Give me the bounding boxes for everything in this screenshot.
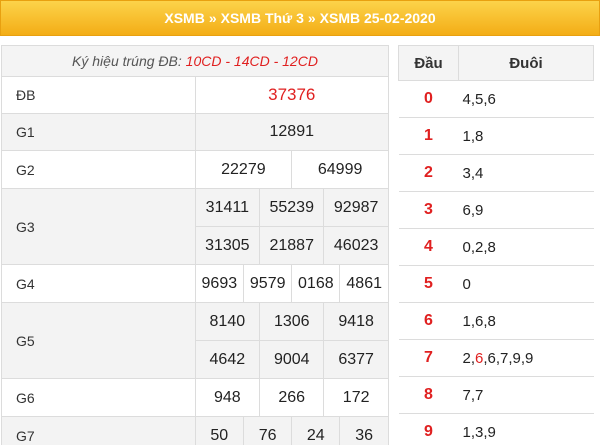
loto-dau: 1 — [398, 117, 459, 155]
loto-duoi: 1,3,9 — [458, 413, 594, 445]
loto-row: 3 6,9 — [398, 191, 594, 229]
prize-row-g3: G3 31411 55239 92987 — [1, 188, 389, 265]
prize-number: 9418 — [323, 303, 388, 340]
prize-number: 4642 — [195, 341, 260, 378]
loto-dau: 4 — [398, 228, 459, 266]
prize-number: 1306 — [259, 303, 324, 340]
prize-cell: 22279 64999 — [194, 150, 389, 189]
prize-cell: 8140 1306 9418 — [194, 302, 389, 341]
prize-number: 76 — [243, 417, 292, 445]
prize-row-g5: G5 8140 1306 9418 — [1, 302, 389, 379]
breadcrumb-xsmb[interactable]: XSMB — [164, 10, 204, 26]
prize-number: 9004 — [259, 341, 324, 378]
prize-cell: 50 76 24 36 — [194, 416, 389, 445]
prize-number: 266 — [259, 379, 324, 416]
loto-table: Đầu Đuôi 0 4,5,6 1 1,8 2 3,4 3 6,9 4 0,2… — [398, 45, 594, 445]
prize-number: 55239 — [259, 189, 324, 226]
loto-duoi: 1,6,8 — [458, 302, 594, 340]
loto-row: 0 4,5,6 — [398, 80, 594, 118]
loto-dau: 5 — [398, 265, 459, 303]
prize-number: 36 — [339, 417, 388, 445]
prize-number: 92987 — [323, 189, 388, 226]
prize-label: G1 — [1, 113, 196, 151]
prize-label: G4 — [1, 264, 196, 303]
kyhieu-label: Ký hiệu trúng ĐB: — [72, 53, 182, 69]
prize-number: 31411 — [195, 189, 260, 226]
prize-number: 0168 — [291, 265, 340, 302]
prize-cell: 31411 55239 92987 — [194, 188, 389, 227]
loto-duoi-part: ,6,7,9,9 — [483, 349, 534, 367]
loto-dau: 6 — [398, 302, 459, 340]
kyhieu-cell: Ký hiệu trúng ĐB: 10CD - 14CD - 12CD — [1, 45, 389, 77]
prize-number-db: 37376 — [194, 76, 389, 114]
loto-head-label: Đầu — [398, 45, 459, 81]
prize-label: G7 — [1, 416, 196, 445]
breadcrumb: XSMB » XSMB Thứ 3 » XSMB 25-02-2020 — [0, 0, 600, 36]
loto-duoi: 2,6,6,7,9,9 — [458, 339, 594, 377]
loto-header-row: Đầu Đuôi — [398, 45, 594, 81]
prize-number: 64999 — [291, 151, 388, 188]
loto-row: 2 3,4 — [398, 154, 594, 192]
loto-row: 6 1,6,8 — [398, 302, 594, 340]
loto-row: 8 7,7 — [398, 376, 594, 414]
prize-number: 22279 — [221, 160, 266, 178]
prize-number: 9579 — [243, 265, 292, 302]
loto-row: 7 2,6,6,7,9,9 — [398, 339, 594, 377]
prize-number: 8140 — [195, 303, 260, 340]
loto-dau: 8 — [398, 376, 459, 414]
prize-number: 948 — [213, 388, 241, 406]
loto-row: 1 1,8 — [398, 117, 594, 155]
breadcrumb-separator: » — [307, 10, 316, 26]
prize-cell: 4642 9004 6377 — [194, 340, 389, 379]
kyhieu-row: Ký hiệu trúng ĐB: 10CD - 14CD - 12CD — [1, 45, 389, 77]
loto-dau: 7 — [398, 339, 459, 377]
prize-number: 9693 — [201, 274, 238, 292]
loto-duoi: 7,7 — [458, 376, 594, 414]
prize-number: 31305 — [195, 227, 260, 264]
prize-label: G2 — [1, 150, 196, 189]
prize-number: 50 — [195, 417, 244, 445]
prize-label: G3 — [1, 188, 196, 265]
prize-cell: 948 266 172 — [194, 378, 389, 417]
prize-label: G5 — [1, 302, 196, 379]
breadcrumb-xsmb-date[interactable]: XSMB 25-02-2020 — [320, 10, 436, 26]
prize-row-g2: G2 22279 64999 — [1, 150, 389, 189]
loto-duoi: 1,8 — [458, 117, 594, 155]
prize-row-g7: G7 50 76 24 36 — [1, 416, 389, 445]
loto-duoi: 3,4 — [458, 154, 594, 192]
loto-dau: 0 — [398, 80, 459, 118]
prize-row-db: ĐB 37376 — [1, 76, 389, 114]
prize-number: 12891 — [194, 113, 389, 151]
loto-tail-label: Đuôi — [458, 45, 594, 81]
prize-number: 46023 — [323, 227, 388, 264]
prize-row-g4: G4 9693 9579 0168 4861 — [1, 264, 389, 303]
prize-number: 24 — [291, 417, 340, 445]
loto-row: 9 1,3,9 — [398, 413, 594, 445]
breadcrumb-xsmb-thu3[interactable]: XSMB Thứ 3 — [221, 10, 304, 26]
prize-number: 172 — [323, 379, 388, 416]
loto-duoi: 0,2,8 — [458, 228, 594, 266]
prize-label: ĐB — [1, 76, 196, 114]
prize-cell: 9693 9579 0168 4861 — [194, 264, 389, 303]
prize-number: 6377 — [323, 341, 388, 378]
prize-number: 4861 — [339, 265, 388, 302]
prize-row-g6: G6 948 266 172 — [1, 378, 389, 417]
breadcrumb-separator: » — [208, 10, 217, 26]
loto-duoi: 6,9 — [458, 191, 594, 229]
results-table: Ký hiệu trúng ĐB: 10CD - 14CD - 12CD ĐB … — [1, 45, 389, 445]
prize-number: 21887 — [259, 227, 324, 264]
prize-label: G6 — [1, 378, 196, 417]
loto-duoi-part: 2, — [462, 349, 476, 367]
loto-row: 4 0,2,8 — [398, 228, 594, 266]
loto-duoi: 4,5,6 — [458, 80, 594, 118]
loto-row: 5 0 — [398, 265, 594, 303]
prize-cell: 31305 21887 46023 — [194, 226, 389, 265]
loto-duoi: 0 — [458, 265, 594, 303]
loto-dau: 9 — [398, 413, 459, 445]
kyhieu-codes: 10CD - 14CD - 12CD — [185, 53, 318, 69]
loto-dau: 2 — [398, 154, 459, 192]
loto-dau: 3 — [398, 191, 459, 229]
prize-row-g1: G1 12891 — [1, 113, 389, 151]
